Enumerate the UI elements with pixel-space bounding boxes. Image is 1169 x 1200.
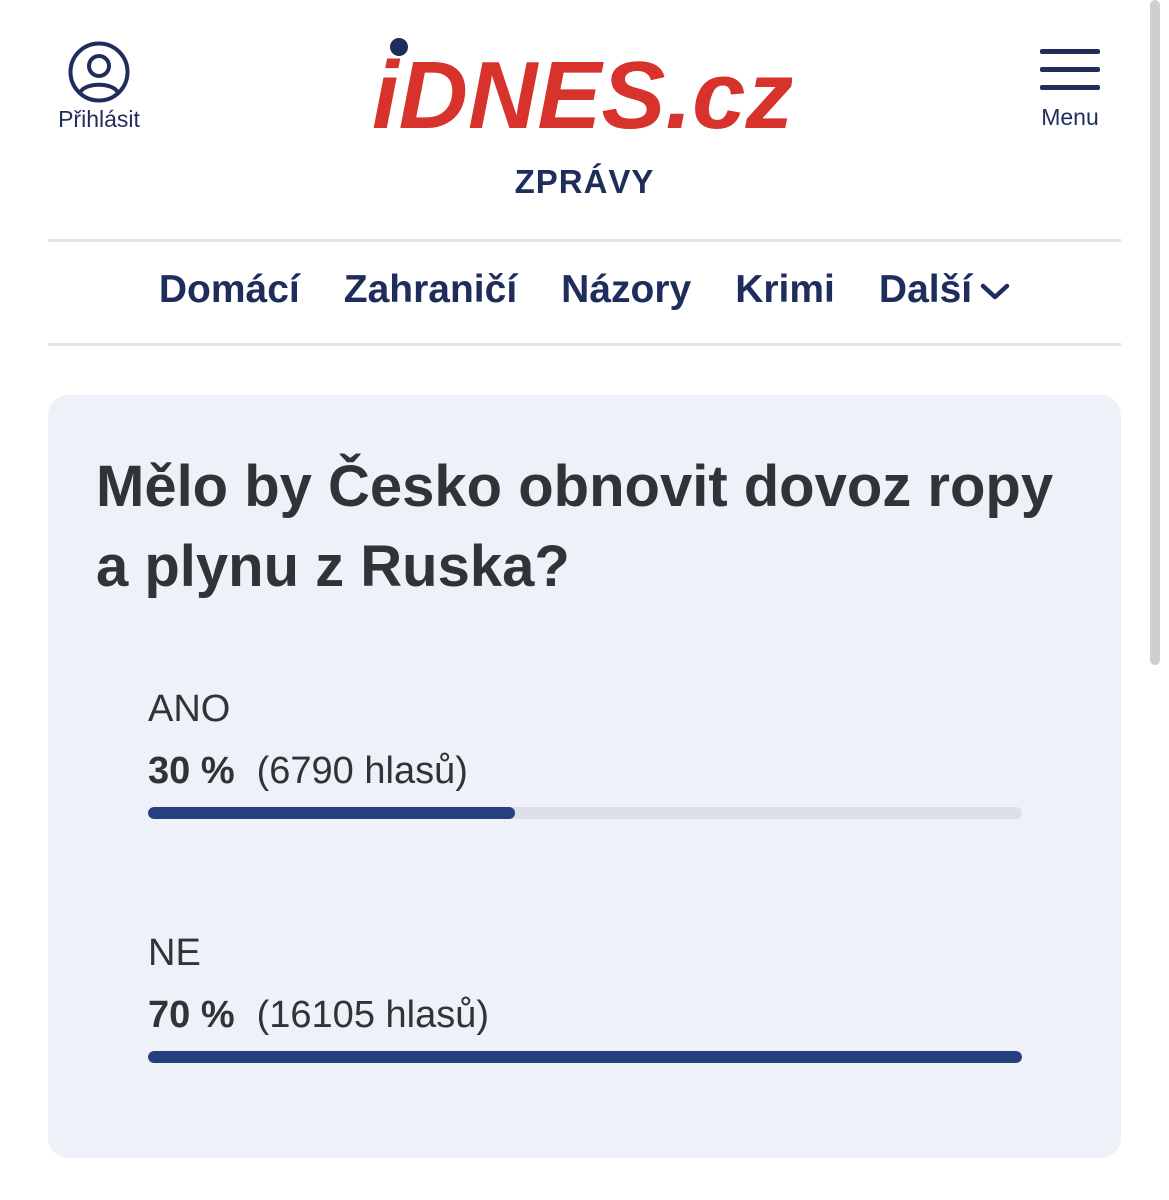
- main-nav: Domácí Zahraničí Názory Krimi Další: [0, 268, 1169, 312]
- option-percent: 30 %: [148, 750, 235, 792]
- option-stats: 30 % (6790 hlasů): [148, 749, 1022, 793]
- option-stats: 70 % (16105 hlasů): [148, 993, 1022, 1037]
- section-title[interactable]: ZPRÁVY: [0, 163, 1169, 201]
- idnes-logo[interactable]: iDNES.cz: [372, 38, 792, 138]
- poll-card: Mělo by Česko obnovit dovoz ropy a plynu…: [48, 395, 1121, 1158]
- poll-option-ano[interactable]: ANO 30 % (6790 hlasů): [148, 687, 1022, 819]
- nav-divider: [48, 343, 1121, 346]
- option-label: ANO: [148, 688, 231, 730]
- nav-item-domaci[interactable]: Domácí: [159, 268, 300, 312]
- nav-item-zahranici[interactable]: Zahraničí: [344, 268, 517, 312]
- nav-item-label: Názory: [561, 268, 692, 311]
- option-votes: (6790 hlasů): [256, 750, 468, 792]
- nav-item-krimi[interactable]: Krimi: [735, 268, 835, 312]
- nav-item-label: Domácí: [158, 268, 300, 311]
- nav-item-label: Krimi: [735, 268, 835, 311]
- result-bar-fill: [148, 1051, 1022, 1063]
- option-votes: (16105 hlasů): [256, 994, 490, 1036]
- result-bar-track: [148, 807, 1022, 819]
- login-label: Přihlásit: [58, 106, 140, 132]
- menu-label: Menu: [1041, 104, 1099, 130]
- poll-option-ne[interactable]: NE 70 % (16105 hlasů): [148, 931, 1022, 1063]
- menu-button[interactable]: Menu: [1030, 48, 1110, 131]
- result-bar-track: [148, 1051, 1022, 1063]
- chevron-down-icon: [980, 283, 1010, 300]
- nav-item-nazory[interactable]: Názory: [561, 268, 691, 312]
- page-scrollbar[interactable]: [1150, 0, 1160, 665]
- hamburger-icon: [1040, 49, 1100, 90]
- header-divider: [48, 239, 1121, 242]
- result-bar-fill: [148, 807, 516, 819]
- poll-question: Mělo by Česko obnovit dovoz ropy a plynu…: [96, 454, 1054, 599]
- option-percent: 70 %: [148, 994, 235, 1036]
- option-label: NE: [148, 932, 201, 974]
- user-circle-icon: [68, 41, 130, 103]
- logo-brand-text: iDNES.cz: [372, 42, 792, 138]
- nav-item-label: Další: [878, 268, 973, 311]
- nav-item-label: Zahraničí: [343, 268, 518, 311]
- nav-item-dalsi[interactable]: Další: [879, 268, 1010, 312]
- login-button[interactable]: Přihlásit: [52, 40, 146, 133]
